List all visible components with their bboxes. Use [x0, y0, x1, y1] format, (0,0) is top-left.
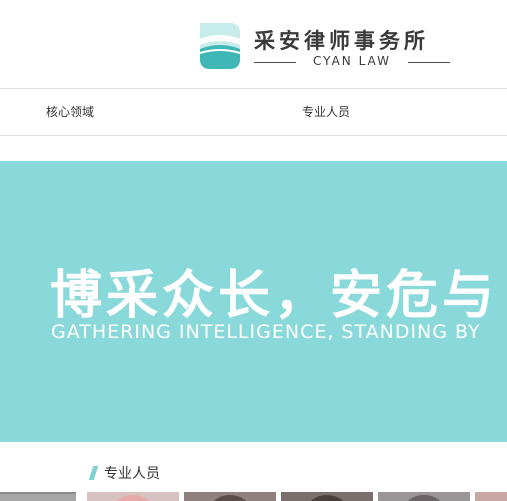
profile-thumbnail[interactable]	[87, 492, 179, 501]
nav-item-core-areas[interactable]: 核心领域	[46, 89, 94, 135]
nav-item-professionals[interactable]: 专业人员	[302, 89, 350, 135]
header: 采安律师事务所 CYAN LAW	[0, 0, 507, 88]
portrait-photo	[404, 495, 444, 501]
banner-title-en: GATHERING INTELLIGENCE, STANDING BY	[51, 321, 481, 343]
logo-en-row: CYAN LAW	[254, 54, 450, 70]
profile-thumbnail[interactable]	[184, 492, 276, 501]
profile-thumbnail[interactable]	[475, 492, 507, 501]
portrait-photo	[210, 495, 250, 501]
profile-thumbnail[interactable]	[0, 492, 76, 501]
section-accent-bar	[88, 466, 99, 480]
logo-divider-left	[254, 62, 296, 63]
portrait-photo	[113, 495, 153, 501]
portrait-photo	[307, 495, 347, 501]
logo-mark-icon	[200, 23, 240, 69]
hero-banner: 博采众长，安危与 GATHERING INTELLIGENCE, STANDIN…	[0, 161, 507, 442]
page: 采安律师事务所 CYAN LAW 核心领域 专业人员 博采众长，安危与 GATH…	[0, 0, 507, 501]
logo-divider-right	[408, 62, 450, 63]
banner-title-cn: 博采众长，安危与	[50, 266, 499, 326]
section-title: 专业人员	[104, 466, 160, 482]
logo-name-cn: 采安律师事务所	[254, 29, 429, 53]
logo[interactable]: 采安律师事务所 CYAN LAW	[200, 23, 460, 73]
profile-thumbnail[interactable]	[281, 492, 373, 501]
logo-name-en: CYAN LAW	[313, 54, 391, 68]
profile-thumbnail[interactable]	[378, 492, 470, 501]
main-nav: 核心领域 专业人员	[0, 88, 507, 136]
section-heading: 专业人员	[88, 463, 160, 483]
